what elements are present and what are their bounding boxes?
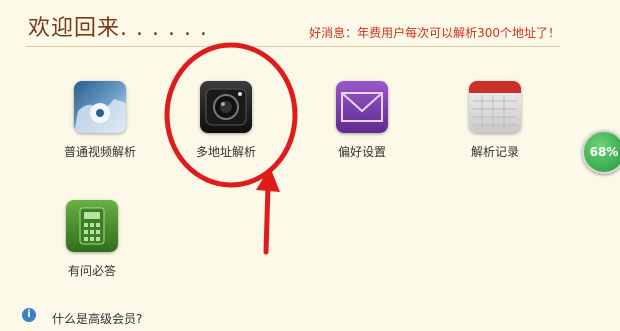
tile-label: 普通视频解析 <box>63 145 136 159</box>
notice-banner: 好消息：年费用户每次可以解析300个地址了！ <box>309 26 560 40</box>
annotation-arrow <box>263 183 271 255</box>
tile-multi-address-parse[interactable]: 多地址解析 <box>171 81 281 160</box>
annotation-arrow-head <box>256 167 280 192</box>
tile-label: 偏好设置 <box>337 145 386 159</box>
envelope-icon <box>336 81 388 133</box>
tile-label: 多地址解析 <box>195 145 256 159</box>
header-divider <box>26 46 560 47</box>
video-icon <box>74 81 126 133</box>
tile-parse-history[interactable]: 解析记录 <box>440 81 550 160</box>
annotation-overlay <box>164 42 298 255</box>
tile-video-parse[interactable]: 普通视频解析 <box>45 81 155 160</box>
camera-icon <box>200 81 252 133</box>
tile-label: 解析记录 <box>470 145 519 159</box>
progress-badge[interactable]: 68% <box>582 130 620 174</box>
tile-preferences[interactable]: 偏好设置 <box>307 81 417 160</box>
page-title: 欢迎回来. . . . . . <box>28 16 208 41</box>
info-icon: i <box>22 308 36 322</box>
tile-faq[interactable]: 有问必答 <box>37 200 147 279</box>
calendar-icon <box>469 81 521 133</box>
tile-label: 有问必答 <box>67 264 116 278</box>
calculator-icon <box>66 200 118 252</box>
premium-member-link[interactable]: 什么是高级会员? <box>52 310 142 327</box>
